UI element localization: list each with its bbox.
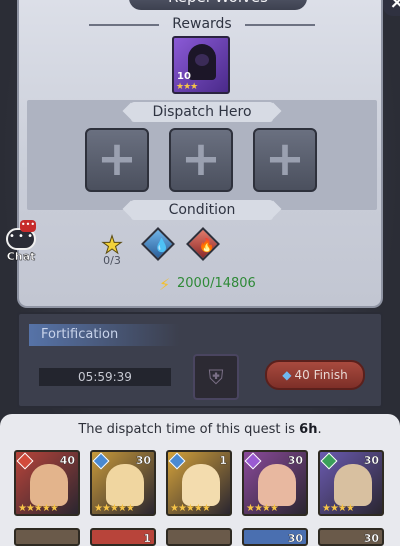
chat-notification-badge: ••• [20, 220, 36, 232]
hero-level: 1 [143, 532, 151, 545]
hero-slot-2[interactable]: + [169, 128, 233, 192]
fortification-card: Fortification 05:59:39 ⛨ ◆ 40 Finish [17, 312, 383, 408]
hero-card[interactable]: 1 ★★★★★ [166, 450, 232, 516]
rewards-heading: Rewards [172, 16, 232, 32]
water-element-icon: 💧 [141, 227, 175, 261]
hero-portrait [106, 464, 144, 506]
finish-button[interactable]: ◆ 40 Finish [265, 360, 365, 390]
quest-dispatch-panel: Repel Wolves × Rewards 10 ★★★ Dispatch H… [17, 0, 400, 308]
hero-portrait [334, 464, 372, 506]
close-button[interactable]: × [383, 0, 400, 16]
finish-label: 40 Finish [294, 368, 348, 382]
hero-level: 30 [135, 454, 152, 467]
chat-button[interactable]: • • • ••• Chat [2, 220, 38, 268]
game-screen: Repel Wolves × Rewards 10 ★★★ Dispatch H… [0, 0, 400, 546]
plus-icon: + [96, 131, 138, 187]
condition-heading: Condition [131, 200, 273, 220]
hero-card[interactable]: 30 ★★★★ [318, 450, 384, 516]
hero-stars: ★★★★ [246, 503, 279, 514]
dispatch-msg-suffix: . [317, 422, 322, 437]
star-condition-count: 0/3 [103, 254, 121, 267]
dispatch-time-message: The dispatch time of this quest is 6h. [0, 422, 400, 437]
hero-level: 30 [363, 454, 380, 467]
power-requirement: ⚡ 2000/14806 [159, 274, 256, 294]
reward-level: 10 [177, 71, 191, 82]
hero-card[interactable]: 30 ★★★★★ [90, 450, 156, 516]
hero-selection-sheet: The dispatch time of this quest is 6h. 4… [0, 414, 400, 546]
reward-hero-shard[interactable]: 10 ★★★ [172, 36, 230, 94]
dispatch-msg-prefix: The dispatch time of this quest is [78, 422, 300, 437]
hero-slot-3[interactable]: + [253, 128, 317, 192]
hero-stars: ★★★★ [322, 503, 355, 514]
element-icon [320, 452, 338, 470]
hero-stars: ★★★★★ [170, 503, 211, 514]
fortification-title: Fortification [29, 324, 179, 346]
plus-icon: + [180, 131, 222, 187]
hero-card[interactable]: 1 [90, 528, 156, 546]
hero-portrait [182, 464, 220, 506]
reward-stars: ★★★ [176, 82, 198, 92]
hero-card[interactable]: 30 ★★★★ [242, 450, 308, 516]
hero-card[interactable] [166, 528, 232, 546]
plus-icon: + [264, 131, 306, 187]
element-icon [168, 452, 186, 470]
hero-level: 1 [219, 454, 227, 467]
hero-level: 30 [287, 532, 304, 545]
lightning-icon: ⚡ [159, 274, 171, 294]
chat-label: Chat [6, 250, 36, 263]
hero-portrait [30, 464, 68, 506]
hero-card[interactable]: 40 ★★★★★ [14, 450, 80, 516]
hero-card[interactable] [14, 528, 80, 546]
fire-element-icon: 🔥 [186, 227, 220, 261]
shield-icon: ⛨ [193, 354, 239, 400]
quest-title: Repel Wolves [129, 0, 307, 10]
gem-icon: ◆ [282, 368, 292, 382]
hero-card[interactable]: 30 [318, 528, 384, 546]
element-icon [244, 452, 262, 470]
hero-level: 30 [287, 454, 304, 467]
hero-portrait [258, 464, 296, 506]
power-value: 2000/14806 [177, 276, 256, 291]
hero-level: 40 [59, 454, 76, 467]
hero-face [195, 54, 209, 66]
element-icon [16, 452, 34, 470]
dispatch-time-value: 6h [299, 422, 318, 437]
hero-slot-1[interactable]: + [85, 128, 149, 192]
hero-card[interactable]: 30 [242, 528, 308, 546]
dispatch-hero-heading: Dispatch Hero [131, 102, 273, 122]
hero-level: 30 [363, 532, 380, 545]
element-icon [92, 452, 110, 470]
hero-stars: ★★★★★ [94, 503, 135, 514]
fortification-timer: 05:59:39 [39, 368, 171, 386]
hero-stars: ★★★★★ [18, 503, 59, 514]
